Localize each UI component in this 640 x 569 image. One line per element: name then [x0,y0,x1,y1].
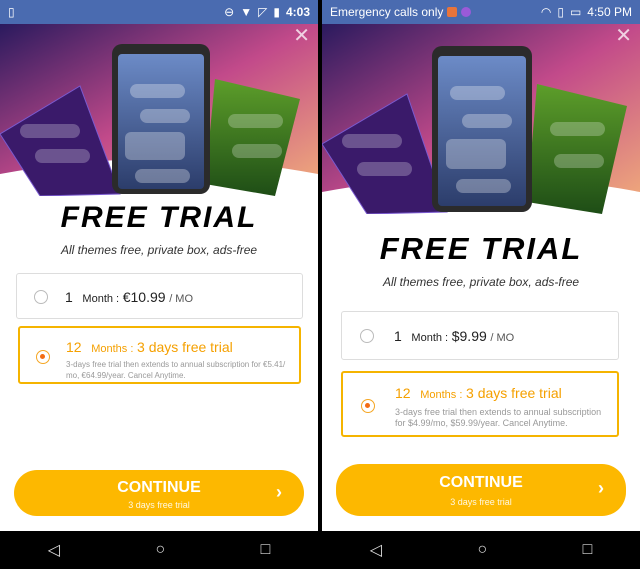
app-notification-icon [447,7,458,17]
banner-background [322,24,640,214]
dnd-icon: ⊖ [224,5,235,19]
plan-annual-headline: 3 days free trial [466,385,562,401]
plan-annual-description: 3-days free trial then extends to annual… [395,407,602,428]
page-subtitle: All themes free, private box, ads-free [60,243,258,257]
plan-monthly-count: 1 [65,289,73,305]
nav-recents-icon[interactable]: □ [583,541,593,559]
continue-button[interactable]: CONTINUE 3 days free trial › [336,464,626,516]
plan-monthly-per: / MO [490,332,515,344]
battery-icon: ▮ [273,5,280,19]
plan-monthly-label: 1 Month : $9.99 / MO [394,328,514,344]
radio-monthly[interactable] [360,329,374,343]
plan-monthly-unit: Month : [411,332,449,344]
nav-bar: ◁ ○ □ [322,531,640,569]
plan-annual-description: 3-days free trial then extends to annual… [66,360,286,380]
theme-preview-banner [0,24,318,196]
plan-annual-unit: Months : [420,389,463,401]
nav-bar: ◁ ○ □ [0,531,318,569]
page-title: FREE TRIAL [379,231,583,266]
page-title: FREE TRIAL [60,201,258,234]
plan-annual-count: 12 [395,385,411,401]
app-notification-icon-2 [461,7,472,17]
sim-icon: ▯ [8,5,15,19]
wifi-icon: ▼ [240,5,253,19]
nav-back-icon[interactable]: ◁ [370,540,382,560]
plan-option-monthly[interactable]: 1 Month : $9.99 / MO [341,311,619,360]
continue-button[interactable]: CONTINUE 3 days free trial › [14,470,304,516]
plan-monthly-price: $9.99 [451,328,487,344]
plan-annual-count: 12 [66,339,82,355]
plan-option-annual[interactable]: 12 Months : 3 days free trial 3-days fre… [341,371,619,437]
plan-monthly-unit: Month : [82,293,120,305]
plan-monthly-price: €10.99 [122,289,166,305]
right-screen: Emergency calls only ◠ ▯ ▭ 4:50 PM ✕ FRE… [322,0,640,569]
plan-annual-label: 12 Months : 3 days free trial [395,385,562,401]
battery-icon: ▭ [569,5,582,19]
radio-annual[interactable] [36,350,50,364]
theme-preview-banner [322,24,640,214]
plan-monthly-label: 1 Month : €10.99 / MO [65,289,193,305]
emergency-text: Emergency calls only [330,5,444,19]
plan-monthly-per: / MO [169,293,194,305]
plan-monthly-count: 1 [394,328,402,344]
no-signal-icon: ◸ [258,5,268,19]
continue-sublabel: 3 days free trial [128,500,190,510]
wifi-icon: ◠ [540,5,552,19]
chevron-right-icon: › [276,482,282,502]
page-subtitle: All themes free, private box, ads-free [382,275,580,289]
plan-option-monthly[interactable]: 1 Month : €10.99 / MO [16,273,303,319]
status-bar: Emergency calls only ◠ ▯ ▭ 4:50 PM [322,0,640,24]
plan-annual-unit: Months : [91,343,134,355]
continue-label: CONTINUE [117,479,201,496]
close-icon[interactable]: ✕ [615,26,632,46]
continue-label: CONTINUE [439,474,523,491]
clock-time: 4:50 PM [587,5,632,19]
banner-background [0,24,318,196]
status-bar: ▯ ⊖ ▼ ◸ ▮ 4:03 [0,0,318,24]
nav-back-icon[interactable]: ◁ [48,540,60,560]
nav-home-icon[interactable]: ○ [155,541,165,559]
radio-annual[interactable] [361,399,375,413]
vibrate-icon: ▯ [557,5,564,19]
plan-annual-headline: 3 days free trial [137,339,233,355]
left-screen: ▯ ⊖ ▼ ◸ ▮ 4:03 ✕ FREE TRIAL All themes f… [0,0,318,569]
plan-annual-label: 12 Months : 3 days free trial [66,339,233,355]
plan-option-annual[interactable]: 12 Months : 3 days free trial 3-days fre… [18,326,301,384]
radio-monthly[interactable] [34,290,48,304]
continue-sublabel: 3 days free trial [450,497,512,507]
clock-time: 4:03 [285,5,310,19]
nav-recents-icon[interactable]: □ [261,541,271,559]
nav-home-icon[interactable]: ○ [477,541,487,559]
chevron-right-icon: › [598,478,604,498]
close-icon[interactable]: ✕ [293,26,310,46]
